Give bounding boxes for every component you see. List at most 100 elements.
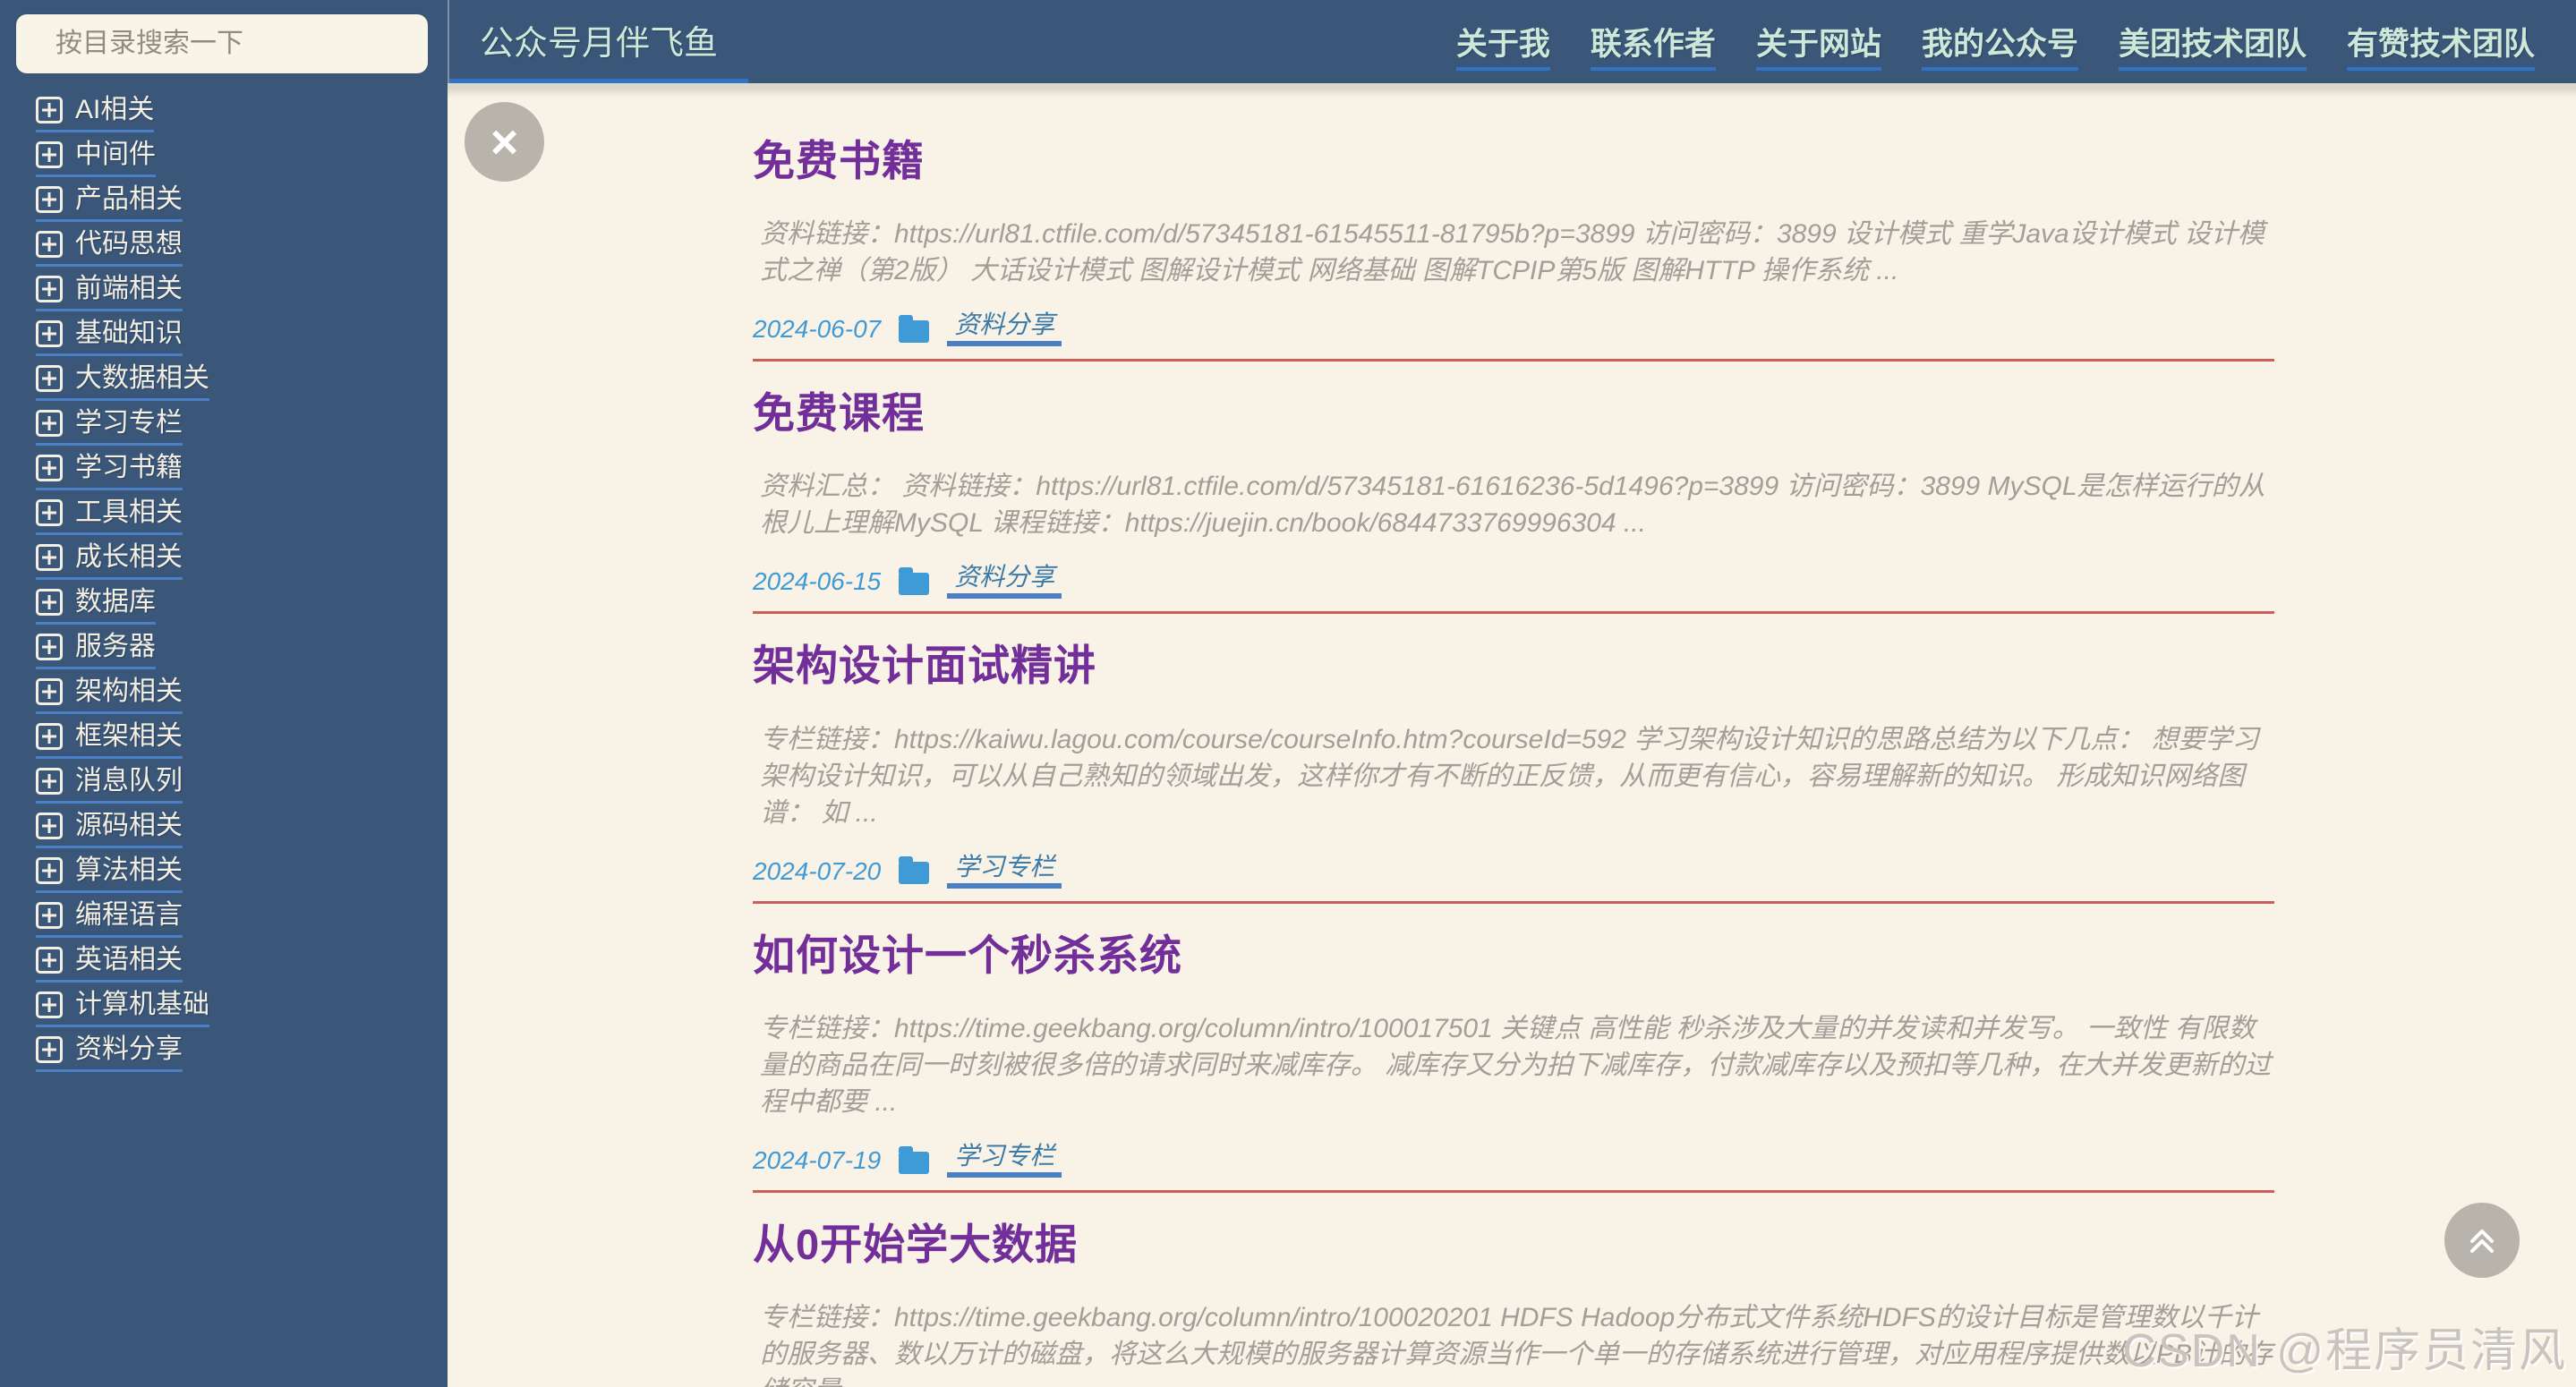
sidebar-category-link[interactable]: 学习专栏 [36, 410, 183, 446]
expand-plus-icon[interactable] [36, 276, 63, 302]
sidebar-category-link[interactable]: AI相关 [36, 95, 155, 132]
sidebar-category-link[interactable]: 前端相关 [36, 276, 183, 311]
sidebar-category-link[interactable]: 架构相关 [36, 678, 183, 714]
sidebar-category-label: 编程语言 [75, 900, 183, 930]
expand-plus-icon[interactable] [36, 97, 63, 123]
sidebar-category-label: 架构相关 [75, 676, 183, 706]
sidebar-category-label: 算法相关 [75, 855, 183, 885]
expand-plus-icon[interactable] [36, 365, 63, 392]
nav-link-label: 联系作者 [1590, 27, 1716, 71]
expand-plus-icon[interactable] [36, 499, 63, 526]
post-title-link[interactable]: 免费书籍 [753, 137, 2274, 185]
sidebar-category-link[interactable]: 消息队列 [36, 768, 183, 804]
nav-link-label: 关于我 [1455, 27, 1550, 71]
expand-plus-icon[interactable] [36, 589, 63, 616]
post-title-link[interactable]: 免费课程 [753, 389, 2274, 438]
sidebar-category-link[interactable]: 服务器 [36, 634, 156, 669]
site-title-link[interactable]: 公众号月伴飞鱼 [449, 0, 749, 83]
post-list: 免费书籍 资料链接：https://url81.ctfile.com/d/573… [753, 83, 2274, 1387]
sidebar-category-label: 消息队列 [75, 766, 183, 796]
nav-link-label: 有赞技术团队 [2346, 27, 2535, 71]
sidebar-category-link[interactable]: 英语相关 [36, 947, 183, 983]
sidebar-category-link[interactable]: 成长相关 [36, 544, 183, 580]
expand-plus-icon[interactable] [36, 455, 63, 481]
post-category-link[interactable]: 资料分享 [947, 312, 1062, 347]
post-excerpt: 专栏链接：https://time.geekbang.org/column/in… [760, 1013, 2272, 1118]
sidebar-category-link[interactable]: 大数据相关 [36, 365, 209, 401]
post-excerpt: 专栏链接：https://kaiwu.lagou.com/course/cour… [760, 724, 2259, 828]
post-meta: 2024-07-19 学习专栏 [753, 1144, 2274, 1194]
nav-link[interactable]: 美团技术团队 [2118, 19, 2307, 71]
post-title-link[interactable]: 架构设计面试精讲 [753, 642, 2274, 690]
sidebar-category-label: AI相关 [75, 95, 155, 124]
expand-plus-icon[interactable] [36, 991, 63, 1018]
expand-plus-icon[interactable] [36, 320, 63, 347]
sidebar-category-link[interactable]: 资料分享 [36, 1036, 183, 1072]
sidebar-category-link[interactable]: 基础知识 [36, 320, 183, 356]
expand-plus-icon[interactable] [36, 141, 63, 168]
expand-plus-icon[interactable] [36, 634, 63, 660]
expand-plus-icon[interactable] [36, 186, 63, 213]
sidebar-category-link[interactable]: 框架相关 [36, 723, 183, 759]
post-item: 从0开始学大数据 专栏链接：https://time.geekbang.org/… [753, 1221, 2274, 1387]
post-title-link[interactable]: 从0开始学大数据 [753, 1221, 2274, 1269]
sidebar-category-link[interactable]: 算法相关 [36, 857, 183, 893]
post-meta: 2024-06-15 资料分享 [753, 565, 2274, 615]
sidebar-category-link[interactable]: 中间件 [36, 141, 156, 177]
sidebar-category-link[interactable]: 计算机基础 [36, 991, 209, 1027]
sidebar-category-label: 计算机基础 [75, 990, 209, 1019]
sidebar-category-link[interactable]: 工具相关 [36, 499, 183, 535]
post-category-link[interactable]: 资料分享 [947, 565, 1062, 600]
expand-plus-icon[interactable] [36, 857, 63, 884]
post-excerpt: 资料汇总： 资料链接：https://url81.ctfile.com/d/57… [760, 472, 2265, 539]
sidebar-category-label: 学习书籍 [75, 453, 183, 482]
nav-link-label: 美团技术团队 [2118, 27, 2307, 71]
post-date: 2024-06-15 [753, 567, 882, 596]
nav-link[interactable]: 关于我 [1455, 19, 1550, 71]
nav-links: 关于我 联系作者 关于网站 我的公众号 美团技术团队 有赞技术团队 [1455, 0, 2535, 83]
nav-link[interactable]: 有赞技术团队 [2346, 19, 2535, 71]
post-meta: 2024-07-20 学习专栏 [753, 854, 2274, 904]
sidebar-category-label: 框架相关 [75, 721, 183, 751]
sidebar-category-link[interactable]: 代码思想 [36, 231, 183, 267]
expand-plus-icon[interactable] [36, 902, 63, 929]
expand-plus-icon[interactable] [36, 723, 63, 750]
sidebar-category-label: 大数据相关 [75, 363, 209, 393]
post-excerpt: 专栏链接：https://time.geekbang.org/column/in… [760, 1303, 2273, 1387]
expand-plus-icon[interactable] [36, 947, 63, 974]
post-excerpt: 资料链接：https://url81.ctfile.com/d/57345181… [760, 219, 2265, 286]
post-category-link[interactable]: 学习专栏 [947, 1144, 1062, 1179]
sidebar-category-link[interactable]: 源码相关 [36, 813, 183, 848]
search-input[interactable] [54, 28, 428, 60]
close-button[interactable]: × [465, 102, 544, 182]
post-title-link[interactable]: 如何设计一个秒杀系统 [753, 932, 2274, 980]
expand-plus-icon[interactable] [36, 544, 63, 571]
double-chevron-up-icon [2470, 1230, 2494, 1253]
folder-icon [899, 566, 930, 595]
folder-icon [899, 856, 930, 885]
post-item: 如何设计一个秒杀系统 专栏链接：https://time.geekbang.or… [753, 932, 2274, 1194]
sidebar-category-link[interactable]: 数据库 [36, 589, 156, 625]
post-category-link[interactable]: 学习专栏 [947, 854, 1062, 889]
scroll-to-top-button[interactable] [2444, 1203, 2520, 1278]
post-item: 免费课程 资料汇总： 资料链接：https://url81.ctfile.com… [753, 389, 2274, 615]
sidebar-category-label: 源码相关 [75, 811, 183, 840]
main-content: × 免费书籍 资料链接：https://url81.ctfile.com/d/5… [448, 83, 2576, 1387]
sidebar-category-label: 数据库 [75, 587, 156, 617]
expand-plus-icon[interactable] [36, 768, 63, 795]
expand-plus-icon[interactable] [36, 1036, 63, 1063]
expand-plus-icon[interactable] [36, 813, 63, 839]
sidebar-category-label: 代码思想 [75, 229, 183, 259]
sidebar-category-link[interactable]: 产品相关 [36, 186, 183, 222]
nav-link[interactable]: 联系作者 [1590, 19, 1716, 71]
sidebar-category-link[interactable]: 学习书籍 [36, 455, 183, 490]
expand-plus-icon[interactable] [36, 231, 63, 258]
nav-link[interactable]: 我的公众号 [1921, 19, 2078, 71]
sidebar-category-link[interactable]: 编程语言 [36, 902, 183, 938]
post-date: 2024-07-19 [753, 1146, 882, 1175]
nav-link[interactable]: 关于网站 [1755, 19, 1881, 71]
expand-plus-icon[interactable] [36, 410, 63, 437]
search-box [16, 14, 428, 73]
expand-plus-icon[interactable] [36, 678, 63, 705]
sidebar-category-label: 学习专栏 [75, 408, 183, 438]
